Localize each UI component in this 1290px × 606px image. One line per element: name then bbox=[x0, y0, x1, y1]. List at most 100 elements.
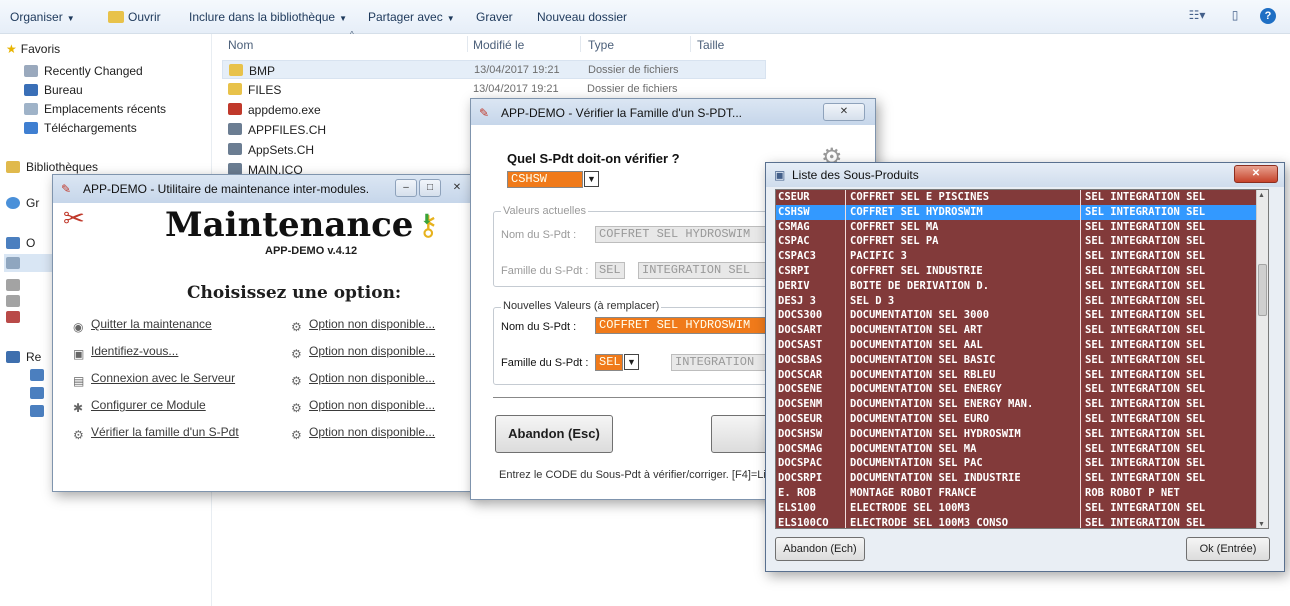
file-name: FILES bbox=[248, 83, 282, 97]
nav-homegroup[interactable]: Gr bbox=[6, 196, 39, 210]
option-left-5[interactable]: ⚙ Vérifier la famille d'un S-Pdt bbox=[73, 425, 239, 442]
list-scrollbar[interactable]: ▲ ▼ bbox=[1256, 190, 1268, 528]
option-right-4[interactable]: ⚙ Option non disponible... bbox=[291, 398, 435, 415]
burn-button[interactable]: Graver bbox=[476, 10, 513, 24]
row-family: SEL INTEGRATION SEL bbox=[1085, 442, 1206, 455]
column-separator[interactable] bbox=[690, 36, 691, 52]
help-icon[interactable]: ? bbox=[1260, 8, 1276, 24]
nav-network-pc-2[interactable] bbox=[30, 386, 50, 400]
nav-desktop[interactable]: Bureau bbox=[24, 83, 83, 97]
view-options-icon[interactable]: ☷▾ bbox=[1188, 8, 1206, 24]
row-family: SEL INTEGRATION SEL bbox=[1085, 191, 1206, 203]
list-row[interactable]: DOCSEUR DOCUMENTATION SEL EURO SEL INTEGRA… bbox=[776, 412, 1258, 427]
scroll-thumb[interactable] bbox=[1258, 264, 1267, 316]
abandon-esc-button[interactable]: Abandon (Esc) bbox=[495, 415, 613, 453]
list-row[interactable]: CSPAC COFFRET SEL PA SEL INTEGRATION SEL bbox=[776, 234, 1258, 249]
option-left-3[interactable]: ▤ Connexion avec le Serveur bbox=[73, 371, 235, 388]
organize-menu[interactable]: Organiser ▼ bbox=[10, 10, 75, 24]
option-right-3[interactable]: ⚙ Option non disponible... bbox=[291, 371, 435, 388]
column-name[interactable]: Nom bbox=[228, 38, 253, 52]
list-row[interactable]: DOCSENM DOCUMENTATION SEL ENERGY MAN. SEL … bbox=[776, 397, 1258, 412]
list-row[interactable]: CSHSW COFFRET SEL HYDROSWIM SEL INTEGRATIO… bbox=[776, 204, 1258, 220]
list-row[interactable]: DOCSHSW DOCUMENTATION SEL HYDROSWIM SEL IN… bbox=[776, 427, 1258, 442]
option-right-1[interactable]: ⚙ Option non disponible... bbox=[291, 317, 435, 334]
list-row[interactable]: CSEUR COFFRET SEL E PISCINES SEL INTEGRATI… bbox=[776, 190, 1258, 205]
downloads-icon bbox=[24, 122, 38, 134]
column-divider bbox=[845, 190, 846, 528]
list-row[interactable]: DOCSRPI DOCUMENTATION SEL INDUSTRIE SEL IN… bbox=[776, 471, 1258, 486]
nav-downloads[interactable]: Téléchargements bbox=[24, 121, 137, 135]
list-row[interactable]: CSPAC3 PACIFIC 3 SEL INTEGRATION SEL bbox=[776, 249, 1258, 264]
nav-network[interactable]: Re bbox=[6, 350, 41, 364]
option-left-1[interactable]: ◉ Quitter la maintenance bbox=[73, 317, 212, 334]
nav-drive-3[interactable] bbox=[6, 294, 26, 308]
maximize-button[interactable]: □ bbox=[419, 179, 441, 197]
file-date: 13/04/2017 19:21 bbox=[474, 64, 560, 76]
nav-homegroup-label: Gr bbox=[26, 196, 40, 210]
list-row[interactable]: DESJ 3 SEL D 3 SEL INTEGRATION SEL bbox=[776, 294, 1258, 309]
nav-favorites-label: Favoris bbox=[20, 42, 61, 56]
open-button[interactable]: Ouvrir bbox=[108, 10, 161, 24]
file-name: BMP bbox=[249, 64, 276, 78]
scroll-down-icon[interactable]: ▼ bbox=[1258, 521, 1265, 528]
option-left-4[interactable]: ✱ Configurer ce Module bbox=[73, 398, 206, 415]
close-button[interactable]: ✕ bbox=[1234, 165, 1278, 183]
preview-pane-icon[interactable]: ▯ bbox=[1226, 8, 1244, 24]
minimize-button[interactable]: – bbox=[395, 179, 417, 197]
nav-network-pc-3[interactable] bbox=[30, 404, 50, 418]
scroll-up-icon[interactable]: ▲ bbox=[1258, 192, 1265, 199]
column-type[interactable]: Type bbox=[588, 38, 614, 52]
file-row[interactable]: FILES 13/04/2017 19:21 Dossier de fichiers bbox=[222, 80, 766, 99]
list-row[interactable]: ELS100 ELECTRODE SEL 100M3 SEL INTEGRATION… bbox=[776, 501, 1258, 516]
nav-favorites[interactable]: ★ Favoris bbox=[6, 42, 60, 56]
row-family: SEL INTEGRATION SEL bbox=[1085, 413, 1206, 425]
new-family-label: Famille du S-Pdt : bbox=[501, 357, 589, 369]
column-modified[interactable]: Modifié le bbox=[473, 38, 524, 52]
close-button[interactable]: ✕ bbox=[823, 103, 865, 121]
abandon-ech-button[interactable]: Abandon (Ech) bbox=[775, 537, 865, 561]
column-size[interactable]: Taille bbox=[697, 38, 724, 52]
row-description: ELECTRODE SEL 100M3 bbox=[850, 501, 971, 514]
drive-icon bbox=[6, 257, 20, 269]
new-family-code-input[interactable]: SEL bbox=[595, 354, 623, 371]
list-row[interactable]: DOCSENE DOCUMENTATION SEL ENERGY SEL INTEG… bbox=[776, 382, 1258, 397]
nav-recently-changed[interactable]: Recently Changed bbox=[24, 64, 143, 78]
list-row[interactable]: ELS100CO ELECTRODE SEL 100M3 CONSO SEL INT… bbox=[776, 516, 1258, 528]
column-separator[interactable] bbox=[580, 36, 581, 52]
list-row[interactable]: DOCS300 DOCUMENTATION SEL 3000 SEL INTEGRA… bbox=[776, 308, 1258, 323]
list-row[interactable]: DOCSCAR DOCUMENTATION SEL RBLEU SEL INTEGR… bbox=[776, 368, 1258, 383]
subproducts-list[interactable]: CSEUR COFFRET SEL E PISCINES SEL INTEGRATI… bbox=[775, 189, 1269, 529]
option-right-2[interactable]: ⚙ Option non disponible... bbox=[291, 344, 435, 361]
new-folder-button[interactable]: Nouveau dossier bbox=[537, 10, 627, 24]
code-dropdown-button[interactable]: ▼ bbox=[584, 171, 599, 187]
list-row[interactable]: DOCSPAC DOCUMENTATION SEL PAC SEL INTEGRAT… bbox=[776, 456, 1258, 471]
column-separator[interactable] bbox=[467, 36, 468, 52]
nav-recent-places[interactable]: Emplacements récents bbox=[24, 102, 166, 116]
list-row[interactable]: DERIV BOITE DE DERIVATION D. SEL INTEGRATI… bbox=[776, 279, 1258, 294]
row-description: DOCUMENTATION SEL EURO bbox=[850, 413, 990, 425]
nav-computer[interactable]: O bbox=[6, 236, 35, 250]
code-input[interactable]: CSHSW bbox=[507, 171, 583, 188]
close-button[interactable]: ✕ bbox=[443, 179, 471, 197]
list-row[interactable]: DOCSMAG DOCUMENTATION SEL MA SEL INTEGRATI… bbox=[776, 442, 1258, 457]
column-divider bbox=[1080, 190, 1081, 528]
option-left-2[interactable]: ▣ Identifiez-vous... bbox=[73, 344, 178, 361]
nav-drive-4[interactable] bbox=[6, 310, 26, 324]
list-row[interactable]: E. ROB MONTAGE ROBOT FRANCE ROB ROBOT P NE… bbox=[776, 486, 1258, 501]
option-right-5[interactable]: ⚙ Option non disponible... bbox=[291, 425, 435, 442]
ok-button[interactable]: Ok (Entrée) bbox=[1186, 537, 1270, 561]
file-row[interactable]: BMP 13/04/2017 19:21 Dossier de fichiers bbox=[222, 60, 766, 79]
nav-libraries[interactable]: Bibliothèques bbox=[6, 160, 98, 174]
nav-drive-2[interactable] bbox=[6, 278, 26, 292]
list-row[interactable]: DOCSART DOCUMENTATION SEL ART SEL INTEGRAT… bbox=[776, 323, 1258, 338]
share-menu[interactable]: Partager avec ▼ bbox=[368, 10, 455, 24]
list-row[interactable]: DOCSAST DOCUMENTATION SEL AAL SEL INTEGRAT… bbox=[776, 338, 1258, 353]
list-row[interactable]: CSRPI COFFRET SEL INDUSTRIE SEL INTEGRATIO… bbox=[776, 264, 1258, 279]
list-row[interactable]: DOCSBAS DOCUMENTATION SEL BASIC SEL INTEGR… bbox=[776, 353, 1258, 368]
nav-network-pc-1[interactable] bbox=[30, 368, 50, 382]
list-row[interactable]: CSMAG COFFRET SEL MA SEL INTEGRATION SEL bbox=[776, 220, 1258, 235]
include-library-menu[interactable]: Inclure dans la bibliothèque ▼ bbox=[189, 10, 347, 24]
option-label: Connexion avec le Serveur bbox=[91, 371, 236, 385]
family-dropdown-button[interactable]: ▼ bbox=[624, 354, 639, 370]
current-family-code: SEL bbox=[595, 262, 625, 279]
